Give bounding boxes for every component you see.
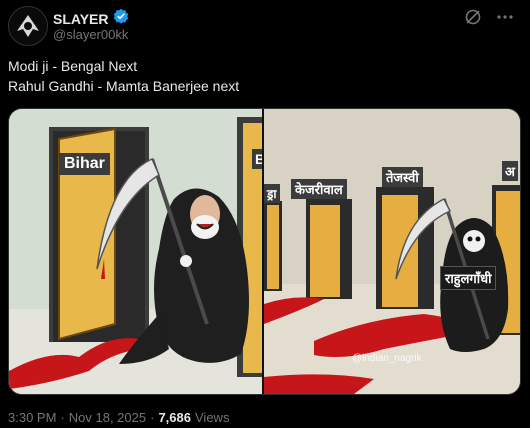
- tweet-text: Modi ji - Bengal Next Rahul Gandhi - Mam…: [8, 56, 239, 96]
- footer-separator: ·: [150, 410, 155, 425]
- tweet-line-1: Modi ji - Bengal Next: [8, 58, 138, 74]
- door-label-tejashwi: तेजस्वी: [382, 167, 423, 187]
- door-label-1: ड्रा: [264, 184, 280, 203]
- figure-label-rahul: राहुलगाँधी: [440, 266, 497, 290]
- views-count: 7,686: [158, 410, 191, 425]
- door-label-next: B: [252, 149, 262, 169]
- tweet-line-2: Rahul Gandhi - Mamta Banerjee next: [8, 78, 240, 94]
- tweet-time[interactable]: 3:30 PM: [8, 410, 56, 425]
- door-label-bihar: Bihar: [59, 153, 110, 175]
- watermark: @indian_nagrik: [352, 353, 422, 364]
- verified-badge-icon: [113, 8, 129, 29]
- tweet-footer: 3:30 PM · Nov 18, 2025 · 7,686 Views: [8, 410, 229, 425]
- tweet-media[interactable]: Bihar B ड्रा: [8, 108, 521, 395]
- tweet-header: SLAYER @slayer00kk: [8, 4, 522, 48]
- left-panel-illustration: [9, 109, 262, 394]
- footer-separator: ·: [60, 410, 65, 425]
- grok-icon[interactable]: [464, 8, 482, 26]
- door-label-4: अ: [502, 161, 518, 181]
- door-label-kejriwal: केजरीवाल: [291, 179, 347, 199]
- tweet-date[interactable]: Nov 18, 2025: [69, 410, 146, 425]
- author-name[interactable]: SLAYER: [53, 11, 109, 27]
- more-options-icon[interactable]: [496, 8, 514, 26]
- author-handle[interactable]: @slayer00kk: [53, 27, 128, 42]
- views-label: Views: [195, 410, 230, 425]
- meme-right-panel[interactable]: ड्रा केजरीवाल तेजस्वी अ राहुलगाँधी @indi…: [264, 109, 520, 394]
- right-panel-illustration: [264, 109, 520, 394]
- meme-left-panel[interactable]: Bihar B: [9, 109, 262, 394]
- avatar[interactable]: [8, 6, 48, 46]
